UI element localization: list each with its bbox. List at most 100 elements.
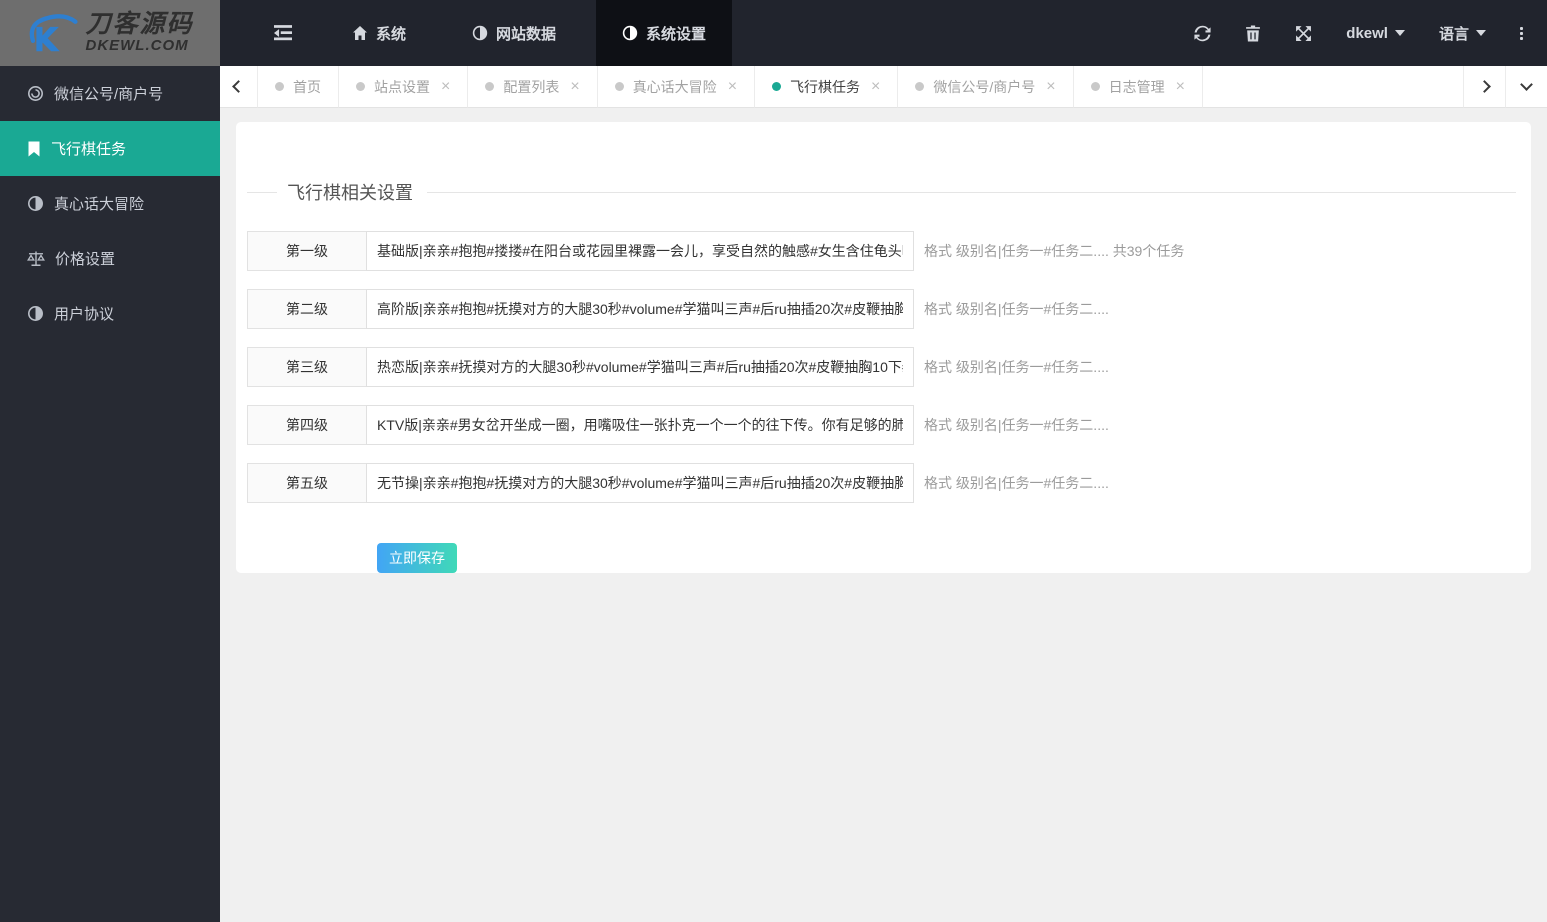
- collapse-sidebar-button[interactable]: [254, 0, 312, 66]
- tabs-scroll-left-button[interactable]: [220, 66, 258, 108]
- tab-status-dot: [772, 82, 782, 91]
- nav-item-site-data[interactable]: 网站数据: [446, 0, 582, 66]
- language-menu[interactable]: 语言: [1439, 23, 1486, 44]
- save-button[interactable]: 立即保存: [377, 543, 457, 573]
- sidebar-item-price-settings[interactable]: 价格设置: [0, 231, 220, 286]
- level-1-hint: 格式 级别名|任务一#任务二.... 共39个任务: [924, 243, 1185, 259]
- tab-log-management[interactable]: 日志管理 ×: [1073, 66, 1203, 108]
- user-menu[interactable]: dkewl: [1346, 25, 1405, 42]
- tab-status-dot: [485, 82, 495, 91]
- sidebar-item-label: 真心话大冒险: [54, 196, 145, 213]
- sidebar-item-label: 微信公号/商户号: [54, 86, 164, 103]
- more-vertical-icon: [1520, 31, 1523, 35]
- sidebar-item-label: 用户协议: [54, 306, 115, 323]
- sidebar: 微信公号/商户号 飞行棋任务 真心话大冒险 价格设置 用户协议: [0, 66, 220, 922]
- tab-close-icon[interactable]: ×: [570, 78, 579, 95]
- tab-status-dot: [915, 82, 925, 91]
- level-2-hint: 格式 级别名|任务一#任务二....: [924, 301, 1109, 317]
- username: dkewl: [1346, 24, 1388, 42]
- language-label: 语言: [1438, 25, 1469, 43]
- tab-label: 微信公号/商户号: [933, 78, 1036, 95]
- nav-item-system-settings[interactable]: 系统设置: [596, 0, 733, 66]
- scales-icon: [27, 251, 45, 266]
- tab-close-icon[interactable]: ×: [1046, 78, 1055, 95]
- adjust-icon: [28, 306, 43, 321]
- tab-close-icon[interactable]: ×: [871, 78, 880, 95]
- tab-site-settings[interactable]: 站点设置 ×: [339, 66, 469, 108]
- tab-close-icon[interactable]: ×: [1176, 78, 1185, 95]
- fullscreen-button[interactable]: [1295, 25, 1312, 42]
- form-row-level-5: 第五级 格式 级别名|任务一#任务二....: [247, 463, 1531, 503]
- nav-item-label: 系统: [376, 25, 407, 43]
- level-3-hint: 格式 级别名|任务一#任务二....: [924, 359, 1109, 375]
- tab-bar: 首页 站点设置 × 配置列表 × 真心话大冒险 × 飞行棋任务 × 微信公号/商…: [220, 66, 1547, 108]
- more-vertical-icon: [1520, 36, 1523, 40]
- sidebar-item-flight-chess-tasks[interactable]: 飞行棋任务: [0, 121, 220, 176]
- tab-status-dot: [614, 82, 624, 91]
- level-5-hint: 格式 级别名|任务一#任务二....: [924, 475, 1109, 491]
- tab-close-icon[interactable]: ×: [728, 78, 737, 95]
- tab-label: 真心话大冒险: [632, 78, 717, 95]
- content-area: 飞行棋相关设置 第一级 格式 级别名|任务一#任务二.... 共39个任务 第二…: [220, 108, 1547, 922]
- sidebar-item-truth-or-dare[interactable]: 真心话大冒险: [0, 176, 220, 231]
- tab-config-list[interactable]: 配置列表 ×: [468, 66, 598, 108]
- section-title: 飞行棋相关设置: [287, 183, 413, 203]
- tab-truth-or-dare[interactable]: 真心话大冒险 ×: [597, 66, 756, 108]
- brand-logo-icon: [30, 14, 79, 52]
- tab-wechat-account[interactable]: 微信公号/商户号 ×: [898, 66, 1074, 108]
- level-4-label: 第四级: [247, 405, 367, 445]
- tabs-scroll-right-button[interactable]: [1463, 66, 1505, 108]
- adjust-icon: [622, 25, 638, 41]
- tab-label: 首页: [293, 78, 321, 95]
- level-2-input[interactable]: [366, 289, 914, 329]
- more-menu-button[interactable]: [1520, 26, 1523, 40]
- chevron-left-icon: [232, 80, 245, 93]
- level-3-input[interactable]: [366, 347, 914, 387]
- expand-icon: [1296, 25, 1312, 41]
- nav-item-label: 网站数据: [496, 25, 557, 43]
- level-1-input[interactable]: [366, 231, 914, 271]
- level-5-label: 第五级: [247, 463, 367, 503]
- level-5-input[interactable]: [366, 463, 914, 503]
- tab-bar-spacer: [1202, 66, 1463, 108]
- header-actions: dkewl 语言: [1194, 0, 1547, 66]
- nav-item-system[interactable]: 系统: [326, 0, 432, 66]
- sidebar-item-user-agreement[interactable]: 用户协议: [0, 286, 220, 341]
- brand-title: 刀客源码: [85, 9, 194, 38]
- brand-logo: 刀客源码 DKEWL.COM: [0, 0, 220, 66]
- adjust-icon: [472, 25, 488, 41]
- wechat-official-icon: [28, 86, 43, 101]
- trash-icon: [1246, 25, 1261, 41]
- tabs-menu-button[interactable]: [1505, 66, 1547, 108]
- home-icon: [353, 26, 367, 40]
- tab-status-dot: [1090, 82, 1100, 91]
- tab-close-icon[interactable]: ×: [441, 78, 450, 95]
- tab-home[interactable]: 首页: [258, 66, 339, 108]
- tab-label: 日志管理: [1108, 78, 1165, 95]
- header: 刀客源码 DKEWL.COM 系统 网站数据 系统设置 dkewl 语言: [0, 0, 1547, 66]
- adjust-icon: [28, 196, 43, 211]
- level-2-label: 第二级: [247, 289, 367, 329]
- top-nav: 系统 网站数据 系统设置 dkewl 语言: [220, 0, 1547, 66]
- level-4-input[interactable]: [366, 405, 914, 445]
- tab-status-dot: [356, 82, 365, 91]
- chevron-down-icon: [1520, 78, 1533, 91]
- more-vertical-icon: [1520, 26, 1523, 30]
- chevron-down-icon: [1394, 30, 1405, 36]
- section-legend: 飞行棋相关设置: [247, 122, 1516, 205]
- tab-label: 飞行棋任务: [790, 78, 861, 95]
- sidebar-item-label: 价格设置: [55, 251, 116, 268]
- tab-flight-chess-tasks[interactable]: 飞行棋任务 ×: [755, 66, 899, 108]
- form-row-level-1: 第一级 格式 级别名|任务一#任务二.... 共39个任务: [247, 231, 1531, 271]
- clear-cache-button[interactable]: [1245, 25, 1261, 42]
- refresh-button[interactable]: [1194, 25, 1211, 42]
- sidebar-item-label: 飞行棋任务: [51, 141, 127, 158]
- collapse-sidebar-icon: [274, 25, 292, 41]
- legend-dash: [247, 191, 277, 193]
- sidebar-item-wechat-account[interactable]: 微信公号/商户号: [0, 66, 220, 121]
- tab-label: 配置列表: [503, 78, 560, 95]
- form-row-level-2: 第二级 格式 级别名|任务一#任务二....: [247, 289, 1531, 329]
- level-4-hint: 格式 级别名|任务一#任务二....: [924, 417, 1109, 433]
- chevron-down-icon: [1476, 30, 1486, 36]
- tab-label: 站点设置: [374, 78, 430, 95]
